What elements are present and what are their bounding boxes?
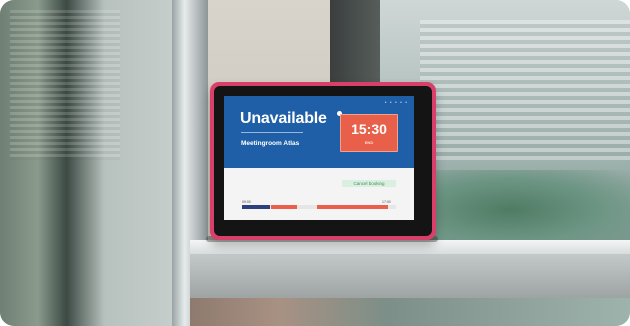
- window-blinds-left: [10, 10, 120, 160]
- time-caption: END: [364, 140, 374, 145]
- timeline-segment-booked: [271, 205, 298, 209]
- status-header: • • • • • Unavailable Meetingroom Atlas …: [224, 96, 414, 168]
- timeline-segment-booked: [317, 205, 389, 209]
- tablet-screen[interactable]: • • • • • Unavailable Meetingroom Atlas …: [224, 96, 414, 220]
- time-card: 15:30 END: [340, 114, 398, 152]
- windowsill-top: [190, 240, 630, 254]
- room-status: Unavailable: [240, 110, 327, 127]
- timeline-segment-free: [297, 205, 316, 209]
- cancel-booking-button[interactable]: Cancel booking: [342, 180, 396, 187]
- below-sill-background: [190, 298, 630, 326]
- windowsill-front: [190, 254, 630, 298]
- title-divider: [241, 132, 303, 133]
- timeline-end-label: 17:00: [382, 200, 391, 204]
- timeline-start-label: 09:00: [242, 200, 251, 204]
- timeline-segment-booked-past: [242, 205, 270, 209]
- photo-scene: • • • • • Unavailable Meetingroom Atlas …: [0, 0, 630, 326]
- room-display-tablet: • • • • • Unavailable Meetingroom Atlas …: [210, 82, 436, 240]
- booking-timeline[interactable]: [242, 205, 396, 209]
- window-blinds-right: [420, 20, 630, 160]
- menu-dots-icon[interactable]: • • • • •: [385, 100, 408, 106]
- outdoor-greenery: [430, 170, 630, 250]
- room-name: Meetingroom Atlas: [241, 140, 300, 147]
- current-time: 15:30: [351, 121, 387, 137]
